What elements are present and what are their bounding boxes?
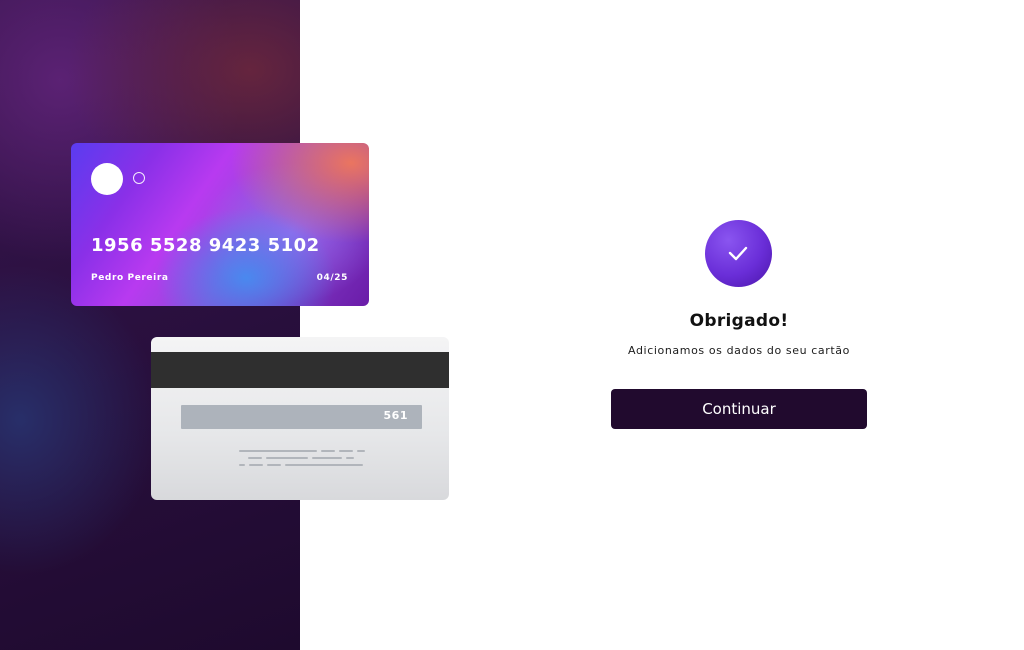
decorative-gradient-panel	[0, 0, 300, 650]
continue-button[interactable]: Continuar	[611, 389, 867, 429]
card-logo-circle-small	[133, 172, 145, 184]
signature-strip: 561	[181, 405, 422, 429]
card-fine-print-lines	[239, 450, 369, 470]
check-icon	[728, 246, 748, 261]
card-back: 561	[151, 337, 449, 500]
page: 1956 5528 9423 5102 Pedro Pereira 04/25 …	[0, 0, 1024, 650]
card-logo-circle-large	[91, 163, 123, 195]
card-front: 1956 5528 9423 5102 Pedro Pereira 04/25	[71, 143, 369, 306]
card-cvv: 561	[383, 409, 408, 422]
card-holder-name: Pedro Pereira	[91, 273, 169, 283]
confirmation-subtitle: Adicionamos os dados do seu cartão	[628, 344, 850, 357]
success-badge	[705, 220, 772, 287]
card-expiry-date: 04/25	[316, 273, 348, 283]
confirmation-title: Obrigado!	[689, 311, 789, 331]
card-number: 1956 5528 9423 5102	[91, 235, 320, 256]
magnetic-stripe	[151, 352, 449, 388]
